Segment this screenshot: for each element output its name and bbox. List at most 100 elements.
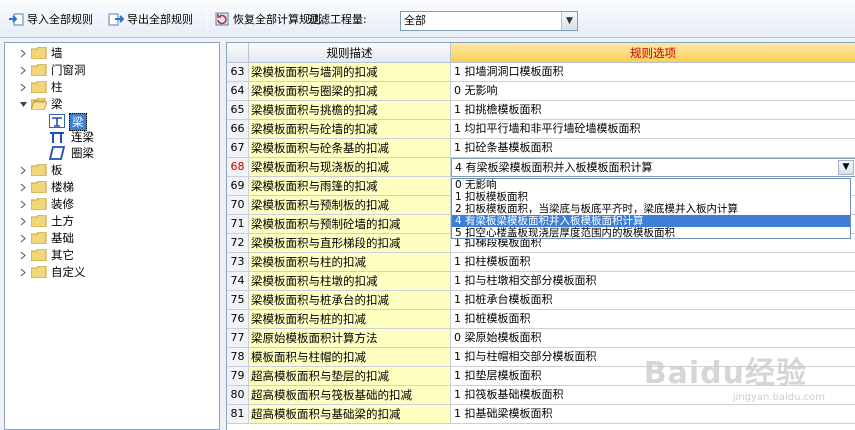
expand-arrow-icon[interactable] bbox=[19, 83, 28, 92]
row-number: 69 bbox=[227, 177, 249, 196]
rule-description: 模板面积与柱帽的扣减 bbox=[249, 348, 451, 367]
folder-icon bbox=[31, 164, 47, 176]
expand-arrow-icon[interactable] bbox=[19, 234, 28, 243]
table-row[interactable]: 65 梁模板面积与挑檐的扣减 1 扣挑檐模板面积 bbox=[227, 101, 855, 120]
rule-option[interactable]: 1 扣挑檐模板面积 bbox=[451, 101, 855, 120]
table-row[interactable]: 67 梁模板面积与砼条基的扣减 1 扣砼条基模板面积 bbox=[227, 139, 855, 158]
row-number: 81 bbox=[227, 405, 249, 424]
folder-icon bbox=[31, 198, 47, 210]
rule-description: 梁模板面积与砼墙的扣减 bbox=[249, 120, 451, 139]
rule-option[interactable]: 1 扣墙洞洞口模板面积 bbox=[451, 63, 855, 82]
table-row[interactable]: 74 梁模板面积与柱墩的扣减 1 扣与柱墩相交部分模板面积 bbox=[227, 272, 855, 291]
tree-item-label: 楼梯 bbox=[51, 180, 74, 194]
rule-description: 梁模板面积与柱的扣减 bbox=[249, 253, 451, 272]
row-number: 76 bbox=[227, 310, 249, 329]
row-number: 78 bbox=[227, 348, 249, 367]
coupling-beam-icon bbox=[50, 132, 64, 143]
rule-description: 超高模板面积与筏板基础的扣减 bbox=[249, 386, 451, 405]
table-row[interactable]: 63 梁模板面积与墙洞的扣减 1 扣墙洞洞口模板面积 bbox=[227, 63, 855, 82]
tree-item-label: 墙 bbox=[51, 46, 63, 60]
dropdown-option-selected[interactable]: 4 有梁板梁模板面积并入板模板面积计算 bbox=[452, 215, 850, 227]
tree-item-label: 基础 bbox=[51, 231, 74, 245]
row-number: 70 bbox=[227, 196, 249, 215]
rule-option[interactable]: 0 梁原始模板面积 bbox=[451, 329, 855, 348]
rule-description: 梁模板面积与挑檐的扣减 bbox=[249, 101, 451, 120]
rule-description-header[interactable]: 规则描述 bbox=[249, 43, 451, 63]
restore-all-rules-button[interactable]: 恢复全部计算规则 bbox=[214, 11, 321, 29]
folder-icon bbox=[31, 249, 47, 261]
baidu-watermark-url: jingyan.baidu.com bbox=[732, 392, 825, 403]
folder-icon bbox=[31, 181, 47, 193]
expand-arrow-icon[interactable] bbox=[19, 251, 28, 260]
rule-description: 梁模板面积与直形梯段的扣减 bbox=[249, 234, 451, 253]
rule-option[interactable]: 1 扣与柱墩相交部分模板面积 bbox=[451, 272, 855, 291]
rule-option[interactable]: 1 扣砼条基模板面积 bbox=[451, 139, 855, 158]
table-row[interactable]: 66 梁模板面积与砼墙的扣减 1 均扣平行墙和非平行墙砼墙模板面积 bbox=[227, 120, 855, 139]
rule-option-value: 4 有梁板梁模板面积并入板模板面积计算 bbox=[455, 161, 653, 174]
baidu-watermark: Baidu经验 bbox=[643, 356, 807, 391]
tree-item-label: 梁 bbox=[51, 97, 63, 111]
import-all-rules-label: 导入全部规则 bbox=[27, 13, 93, 26]
row-number: 75 bbox=[227, 291, 249, 310]
row-number: 73 bbox=[227, 253, 249, 272]
rule-description: 梁模板面积与现浇板的扣减 bbox=[249, 158, 451, 177]
rule-description: 超高模板面积与基础梁的扣减 bbox=[249, 405, 451, 424]
open-folder-icon bbox=[31, 98, 47, 110]
row-number: 74 bbox=[227, 272, 249, 291]
filter-quantity-value: 全部 bbox=[404, 14, 426, 27]
dropdown-option[interactable]: 0 无影响 bbox=[452, 179, 850, 191]
export-icon bbox=[108, 13, 124, 26]
dropdown-option[interactable]: 1 扣板模板面积 bbox=[452, 191, 850, 203]
dropdown-option[interactable]: 2 扣板模板面积，当梁底与板底平齐时，梁底模并入板内计算 bbox=[452, 203, 850, 215]
rule-option-combobox[interactable]: 4 有梁板梁模板面积并入板模板面积计算 ▼ bbox=[451, 158, 855, 177]
component-tree: 墙 门窗洞 柱 梁 梁 连梁 圈梁 板 楼梯 装修 土方 基础 其它 自定义 bbox=[4, 42, 220, 430]
ring-beam-icon bbox=[49, 146, 65, 160]
export-all-rules-label: 导出全部规则 bbox=[127, 13, 193, 26]
filter-quantity-select[interactable]: 全部 ▼ bbox=[400, 11, 578, 31]
expand-arrow-icon[interactable] bbox=[19, 268, 28, 277]
expand-arrow-icon[interactable] bbox=[19, 66, 28, 75]
row-number: 71 bbox=[227, 215, 249, 234]
folder-icon bbox=[31, 64, 47, 76]
expand-arrow-icon[interactable] bbox=[19, 217, 28, 226]
rule-description: 梁模板面积与雨篷的扣减 bbox=[249, 177, 451, 196]
table-row[interactable]: 73 梁模板面积与柱的扣减 1 扣柱模板面积 bbox=[227, 253, 855, 272]
dropdown-option[interactable]: 5 扣空心楼盖板现浇层厚度范围内的板模板面积 bbox=[452, 227, 850, 239]
rule-option[interactable]: 1 扣桩承台模板面积 bbox=[451, 291, 855, 310]
tree-item-label: 其它 bbox=[51, 248, 74, 262]
table-row[interactable]: 75 梁模板面积与桩承台的扣减 1 扣桩承台模板面积 bbox=[227, 291, 855, 310]
chevron-down-icon[interactable]: ▼ bbox=[561, 12, 577, 30]
toolbar-separator bbox=[206, 8, 207, 30]
table-row-active[interactable]: 68 梁模板面积与现浇板的扣减 4 有梁板梁模板面积并入板模板面积计算 ▼ bbox=[227, 158, 855, 177]
import-all-rules-button[interactable]: 导入全部规则 bbox=[8, 11, 93, 29]
row-number: 66 bbox=[227, 120, 249, 139]
expand-arrow-icon[interactable] bbox=[19, 49, 28, 58]
chevron-down-icon[interactable]: ▼ bbox=[838, 160, 854, 175]
rule-option[interactable]: 1 扣基础梁模板面积 bbox=[451, 405, 855, 424]
rule-option[interactable]: 1 扣柱模板面积 bbox=[451, 253, 855, 272]
table-row[interactable]: 77 梁原始模板面积计算方法 0 梁原始模板面积 bbox=[227, 329, 855, 348]
table-row[interactable]: 81 超高模板面积与基础梁的扣减 1 扣基础梁模板面积 bbox=[227, 405, 855, 424]
expand-arrow-icon[interactable] bbox=[19, 166, 28, 175]
rule-option[interactable]: 0 无影响 bbox=[451, 82, 855, 101]
folder-icon bbox=[31, 81, 47, 93]
tree-item-label: 柱 bbox=[51, 80, 63, 94]
collapse-arrow-icon[interactable] bbox=[19, 100, 28, 109]
tree-item-label: 连梁 bbox=[71, 130, 94, 144]
expand-arrow-icon[interactable] bbox=[19, 183, 28, 192]
rule-option-header[interactable]: 规则选项 bbox=[451, 43, 855, 63]
expand-arrow-icon[interactable] bbox=[19, 200, 28, 209]
table-row[interactable]: 76 梁模板面积与桩的扣减 1 扣桩模板面积 bbox=[227, 310, 855, 329]
rule-option[interactable]: 1 均扣平行墙和非平行墙砼墙模板面积 bbox=[451, 120, 855, 139]
toolbar: 导入全部规则 导出全部规则 恢复全部计算规则 过滤工程量: 全部 ▼ bbox=[0, 0, 855, 38]
table-row[interactable]: 64 梁模板面积与圈梁的扣减 0 无影响 bbox=[227, 82, 855, 101]
folder-icon bbox=[31, 266, 47, 278]
rule-option[interactable]: 1 扣桩模板面积 bbox=[451, 310, 855, 329]
restore-icon bbox=[215, 12, 229, 26]
tree-item-label: 板 bbox=[51, 163, 63, 177]
export-all-rules-button[interactable]: 导出全部规则 bbox=[108, 11, 193, 29]
row-number: 80 bbox=[227, 386, 249, 405]
rule-description: 梁模板面积与圈梁的扣减 bbox=[249, 82, 451, 101]
row-number: 68 bbox=[227, 158, 249, 177]
row-number-header bbox=[227, 43, 249, 63]
